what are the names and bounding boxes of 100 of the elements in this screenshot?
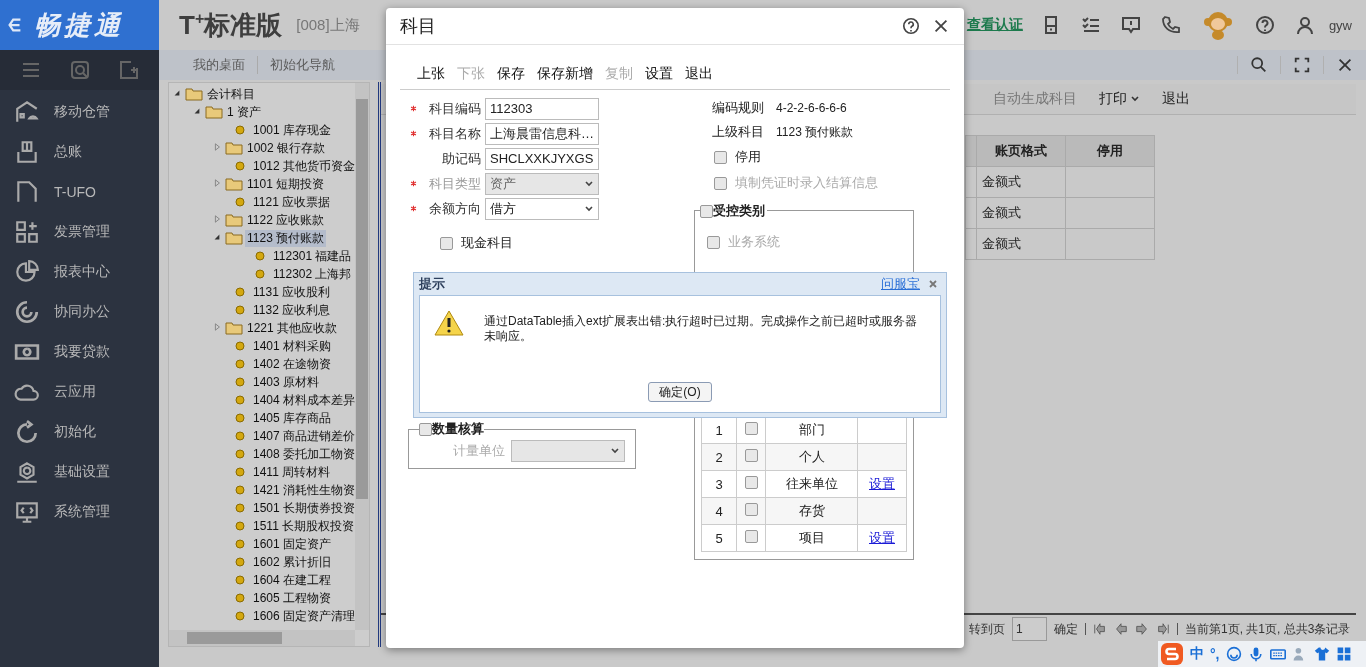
collapsed-icon[interactable] (213, 143, 221, 151)
dropdown[interactable]: 借方 (485, 197, 599, 220)
microphone-icon[interactable] (1247, 646, 1264, 662)
tree-item[interactable]: 1501 长期债券投资 (251, 499, 358, 517)
toolbar-button[interactable]: 保存 (497, 65, 525, 83)
toolbar-button[interactable]: 保存新增 (537, 65, 593, 83)
tree-item[interactable]: 1604 在建工程 (251, 571, 334, 589)
user-name[interactable]: gyw (1328, 17, 1352, 33)
nav-item[interactable]: 总账 (0, 132, 159, 172)
checkbox[interactable] (744, 530, 758, 543)
nav-item[interactable]: 基础设置 (0, 452, 159, 492)
toolbar-button[interactable]: 打印 (1099, 90, 1140, 108)
tree-item[interactable]: 1421 消耗性生物资 (251, 481, 358, 499)
tree-item[interactable]: 1121 应收票据 (251, 193, 333, 211)
user-icon[interactable] (1294, 15, 1315, 35)
help-link[interactable]: 问服宝 (881, 275, 920, 293)
tree-item[interactable]: 112301 福建品 (271, 247, 354, 265)
checkbox[interactable] (700, 204, 713, 218)
close-icon[interactable] (932, 17, 950, 35)
previous-page-icon[interactable] (1114, 622, 1128, 636)
nav-item[interactable]: 发票管理 (0, 212, 159, 252)
tree-item[interactable]: 1404 材料成本差异 (251, 391, 358, 409)
checkbox[interactable] (744, 503, 758, 516)
tree-item[interactable]: 1002 银行存款 (245, 139, 328, 157)
page-input[interactable]: 1 (1012, 617, 1047, 641)
tree-item[interactable]: 112302 上海邦 (271, 265, 354, 283)
tree-item[interactable]: 1122 应收账款 (245, 211, 327, 229)
shirt-icon[interactable] (1313, 646, 1330, 662)
confirm-button[interactable]: 确定 (1054, 620, 1078, 638)
tree-item[interactable]: 1411 周转材料 (251, 463, 333, 481)
ok-button[interactable]: 确定(O) (648, 382, 712, 402)
tree-item[interactable]: 1408 委托加工物资 (251, 445, 358, 463)
collapsed-icon[interactable] (213, 179, 221, 187)
tree-item[interactable]: 1405 库存商品 (251, 409, 334, 427)
menu-icon[interactable] (20, 60, 41, 80)
last-page-icon[interactable] (1156, 622, 1170, 636)
phone-icon[interactable] (1160, 15, 1181, 35)
tree-item[interactable]: 1606 固定资产清理 (251, 607, 358, 625)
input-mode[interactable]: 中 (1190, 645, 1204, 663)
tab[interactable]: 初始化导航 (258, 50, 347, 80)
checkbox[interactable] (744, 476, 758, 489)
scrollbar[interactable] (169, 630, 355, 646)
tree-item[interactable]: 1402 在途物资 (251, 355, 334, 373)
tree-item[interactable]: 1101 短期投资 (245, 175, 327, 193)
toolbar-button[interactable]: 退出 (685, 65, 713, 83)
tree-item[interactable]: 1221 其他应收款 (245, 319, 340, 337)
collapsed-icon[interactable] (213, 323, 221, 331)
expanded-icon[interactable] (193, 107, 201, 115)
tree-item[interactable]: 1001 库存现金 (251, 121, 334, 139)
punctuation-mode[interactable]: °, (1210, 646, 1220, 662)
keyboard-icon[interactable] (1269, 646, 1286, 662)
expanded-icon[interactable] (213, 233, 221, 241)
tree-item[interactable]: 1132 应收利息 (251, 301, 333, 319)
tree-item[interactable]: 1605 工程物资 (251, 589, 334, 607)
mascot-icon[interactable] (1202, 10, 1233, 40)
text-field[interactable]: SHCLXXKJYXGS (485, 147, 599, 170)
tree-item[interactable]: 会计科目 (205, 85, 257, 103)
nav-item[interactable]: 系统管理 (0, 492, 159, 532)
grid-icon[interactable] (1335, 646, 1352, 662)
message-icon[interactable] (1120, 15, 1141, 35)
text-field[interactable]: 112303 (485, 97, 599, 120)
checkbox[interactable] (419, 422, 432, 436)
nav-item[interactable]: 移动仓管 (0, 92, 159, 132)
help-icon[interactable] (902, 17, 920, 35)
checkbox[interactable] (714, 150, 727, 164)
table-cell: 个人 (765, 443, 858, 471)
help-icon[interactable] (1254, 15, 1275, 35)
nav-item[interactable]: 云应用 (0, 372, 159, 412)
nav-item[interactable]: 我要贷款 (0, 332, 159, 372)
collapsed-icon[interactable] (213, 215, 221, 223)
toolbar-button[interactable]: 设置 (645, 65, 673, 83)
tree-item[interactable]: 1403 原材料 (251, 373, 322, 391)
smiley-icon[interactable] (1225, 646, 1242, 662)
nav-item[interactable]: 初始化 (0, 412, 159, 452)
tree-item[interactable]: 1601 固定资产 (251, 535, 334, 553)
input-method-logo[interactable] (1160, 642, 1184, 666)
text-field[interactable]: 上海晨雷信息科… (485, 122, 599, 145)
tree-item[interactable]: 1401 材料采购 (251, 337, 334, 355)
scrollbar[interactable] (355, 83, 369, 630)
tree-item[interactable]: 1012 其他货币资金 (251, 157, 358, 175)
nav-item[interactable]: T-UFO (0, 172, 159, 212)
next-page-icon[interactable] (1135, 622, 1149, 636)
tree-item[interactable]: 1602 累计折旧 (251, 553, 334, 571)
tree-item[interactable]: 1407 商品进销差价 (251, 427, 358, 445)
checkbox[interactable] (744, 449, 758, 462)
tree-item[interactable]: 1131 应收股利 (251, 283, 333, 301)
tab[interactable]: 我的桌面 (181, 50, 257, 80)
tree-item[interactable]: 1511 长期股权投资 (251, 517, 357, 535)
tree-item[interactable]: 1 资产 (225, 103, 263, 121)
checkbox[interactable] (440, 236, 453, 250)
checklist-icon[interactable] (1080, 15, 1101, 35)
nav-item[interactable]: 报表中心 (0, 252, 159, 292)
tree-item[interactable]: 1123 预付账款 (245, 229, 327, 247)
add-icon[interactable] (118, 60, 139, 80)
toolbar-button[interactable]: 退出 (1162, 90, 1190, 108)
checkbox[interactable] (744, 422, 758, 435)
nav-item[interactable]: 协同办公 (0, 292, 159, 332)
first-page-icon[interactable] (1093, 622, 1107, 636)
toolbar-button[interactable]: 上张 (417, 65, 445, 83)
expanded-icon[interactable] (173, 89, 181, 97)
